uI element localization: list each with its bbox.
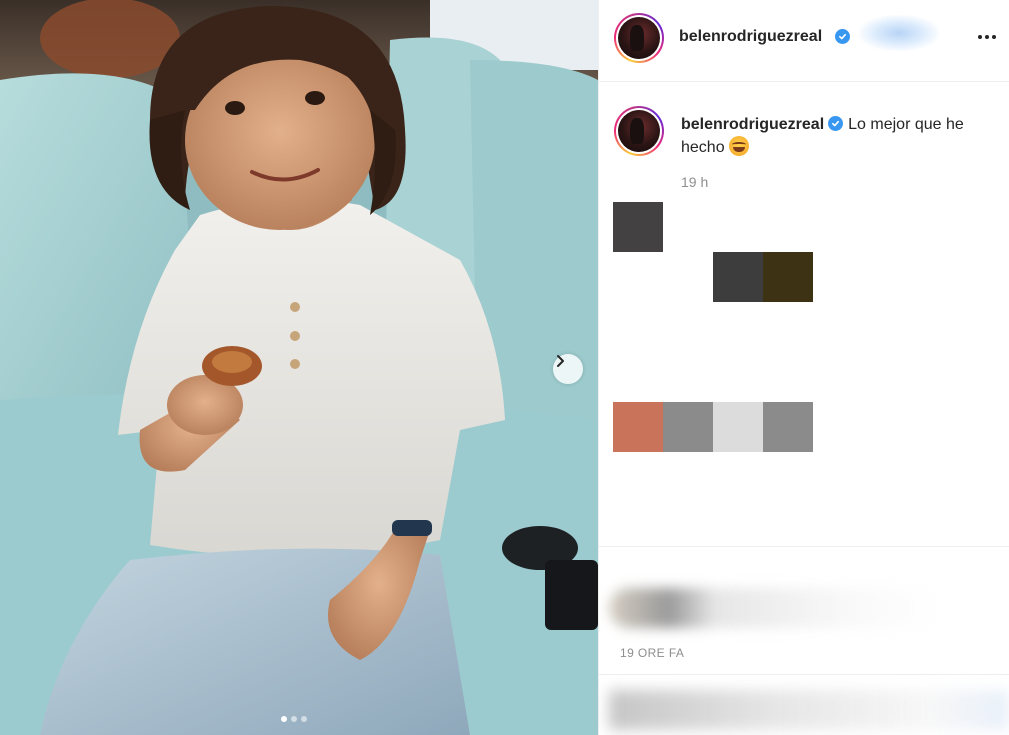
follow-button-blurred[interactable] <box>859 15 939 51</box>
smiling-face-with-hearts-icon <box>728 136 749 156</box>
post-side-panel: belenrodriguezreal belenrodriguezreal Lo … <box>598 0 1009 735</box>
caption-username[interactable]: belenrodriguezreal <box>681 116 824 133</box>
redacted-block <box>613 202 663 252</box>
post-caption: belenrodriguezreal Lo mejor que he hecho <box>681 114 991 159</box>
carousel-dot-active <box>281 716 287 722</box>
carousel-dot <box>301 716 307 722</box>
post-photo <box>0 0 598 735</box>
post-date-label[interactable]: 19 ORE FA <box>620 646 684 660</box>
more-options-icon[interactable] <box>977 30 997 44</box>
likes-section-blurred <box>609 588 939 628</box>
redacted-block <box>613 402 663 452</box>
redacted-block <box>713 252 763 302</box>
caption-timestamp[interactable]: 19 h <box>681 174 708 190</box>
comment-input-blurred[interactable] <box>609 690 1009 730</box>
header-username[interactable]: belenrodriguezreal <box>679 28 822 46</box>
next-slide-button[interactable] <box>553 354 583 384</box>
post-header: belenrodriguezreal <box>599 0 1009 82</box>
verified-badge-icon <box>835 29 850 44</box>
caption-avatar[interactable] <box>614 106 664 156</box>
redacted-block <box>763 402 813 452</box>
carousel-dot <box>291 716 297 722</box>
divider <box>599 674 1009 675</box>
carousel-indicator <box>281 716 307 722</box>
verified-badge-icon <box>828 116 844 131</box>
chevron-right-icon <box>557 355 564 367</box>
redacted-block <box>763 252 813 302</box>
divider <box>599 546 1009 547</box>
header-avatar[interactable] <box>614 13 664 63</box>
redacted-block <box>663 402 713 452</box>
post-media[interactable] <box>0 0 598 735</box>
redacted-block <box>713 402 763 452</box>
